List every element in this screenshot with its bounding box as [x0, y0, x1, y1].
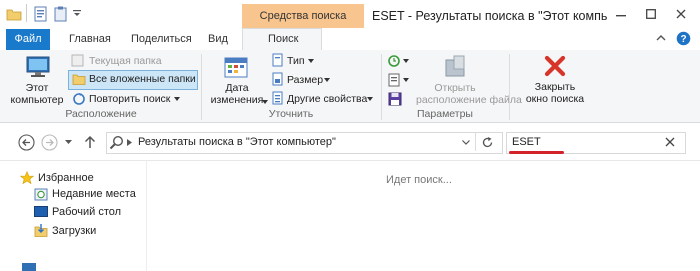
open-location-label-line1: Открыть [434, 82, 476, 94]
address-history-dropdown-icon[interactable] [462, 140, 470, 145]
options-group-label: Параметры [417, 108, 473, 120]
recent-locations-dropdown-icon[interactable] [65, 140, 72, 144]
calendar-icon [224, 57, 248, 78]
refine-group-label: Уточнить [268, 108, 314, 120]
advanced-options-icon[interactable] [388, 73, 410, 87]
recent-searches-icon[interactable] [388, 54, 410, 68]
minimize-button[interactable] [607, 4, 635, 22]
tab-file[interactable]: Файл [6, 29, 50, 50]
refresh-icon [482, 137, 493, 148]
this-pc-label-line1: Этот [25, 82, 49, 94]
current-folder-button[interactable]: Текущая папка [89, 55, 162, 67]
desktop-icon [34, 206, 48, 218]
up-arrow-icon [84, 135, 96, 148]
svg-text:?: ? [680, 34, 686, 45]
size-button[interactable]: Размер [287, 74, 323, 86]
all-subfolders-label: Все вложенные папки [89, 73, 196, 85]
properties-icon[interactable] [34, 6, 48, 22]
highlight-underline [509, 151, 564, 154]
open-location-label-line2: расположение файла [416, 94, 522, 106]
help-icon[interactable]: ? [676, 31, 691, 46]
date-modified-button[interactable]: Дата изменения [206, 52, 268, 108]
maximize-button[interactable] [637, 4, 665, 22]
this-pc-label-line2: компьютер [10, 94, 64, 106]
size-dropdown-icon[interactable] [324, 78, 330, 82]
open-file-location-button[interactable]: Открыть расположение файла [416, 52, 522, 108]
favorites-star-icon [20, 171, 34, 185]
qat-divider [26, 4, 27, 22]
window-title: ESET - Результаты поиска в "Этот компь [372, 9, 608, 23]
tab-view[interactable]: Вид [208, 30, 228, 48]
nav-desktop[interactable]: Рабочий стол [52, 206, 121, 218]
location-group-label: Расположение [65, 108, 137, 120]
nav-favorites[interactable]: Избранное [38, 172, 94, 184]
other-properties-button[interactable]: Другие свойства [287, 93, 367, 105]
computer-icon [26, 56, 50, 77]
other-properties-dropdown-icon[interactable] [367, 97, 373, 101]
recent-places-icon [34, 187, 48, 201]
breadcrumb-path[interactable]: Результаты поиска в "Этот компьютер" [138, 136, 336, 148]
ribbon-separator [201, 54, 202, 120]
search-again-dropdown-icon[interactable] [174, 97, 180, 101]
save-search-icon[interactable] [388, 92, 402, 106]
ribbon-collapse-icon[interactable] [656, 34, 666, 42]
search-again-button[interactable]: Повторить поиск [89, 93, 170, 105]
ribbon-separator [509, 54, 510, 120]
forward-arrow-icon [41, 134, 58, 151]
search-again-icon [72, 92, 86, 106]
clear-search-icon[interactable] [665, 137, 675, 147]
folder-icon[interactable] [6, 7, 22, 21]
size-icon [272, 72, 284, 86]
ribbon-separator [381, 54, 382, 120]
close-search-label-line1: Закрыть [534, 81, 576, 93]
tab-search[interactable]: Поиск [268, 30, 298, 48]
tab-share[interactable]: Поделиться [131, 30, 192, 48]
search-status-text: Идет поиск... [386, 174, 452, 186]
date-modified-label-line1: Дата [225, 82, 249, 94]
type-icon [272, 53, 284, 67]
close-search-icon [544, 55, 566, 77]
current-folder-icon [71, 54, 84, 67]
downloads-icon [34, 223, 48, 237]
address-divider [475, 133, 476, 151]
type-button[interactable]: Тип [287, 55, 305, 67]
refresh-button[interactable] [481, 136, 494, 149]
tab-home[interactable]: Главная [69, 30, 111, 48]
search-input[interactable]: ESET [512, 136, 541, 148]
this-pc-nav-icon [22, 263, 38, 271]
contextual-tab-label: Средства поиска [259, 10, 347, 22]
other-properties-icon [272, 91, 284, 105]
nav-downloads[interactable]: Загрузки [52, 225, 96, 237]
forward-button[interactable] [41, 134, 58, 151]
close-window-button[interactable] [667, 4, 695, 22]
nav-pane-border [146, 161, 147, 271]
open-location-icon [445, 55, 465, 77]
qat-customize-icon[interactable] [72, 7, 82, 19]
date-modified-dropdown-icon[interactable] [262, 100, 268, 104]
back-button[interactable] [18, 134, 35, 151]
back-arrow-icon [18, 134, 35, 151]
close-search-label-line2: окно поиска [525, 93, 585, 105]
subfolders-icon [72, 72, 86, 86]
breadcrumb-chevron-icon[interactable] [127, 139, 132, 146]
new-folder-icon[interactable] [54, 6, 68, 22]
nav-recent-places[interactable]: Недавние места [52, 188, 136, 200]
pane-divider [0, 160, 700, 161]
up-button[interactable] [84, 135, 96, 149]
type-dropdown-icon[interactable] [308, 59, 314, 63]
close-search-button[interactable]: Закрыть окно поиска [520, 52, 590, 108]
search-results-icon [109, 135, 124, 150]
this-pc-button[interactable]: Этот компьютер [6, 52, 68, 108]
date-modified-label-line2: изменения [210, 94, 264, 106]
